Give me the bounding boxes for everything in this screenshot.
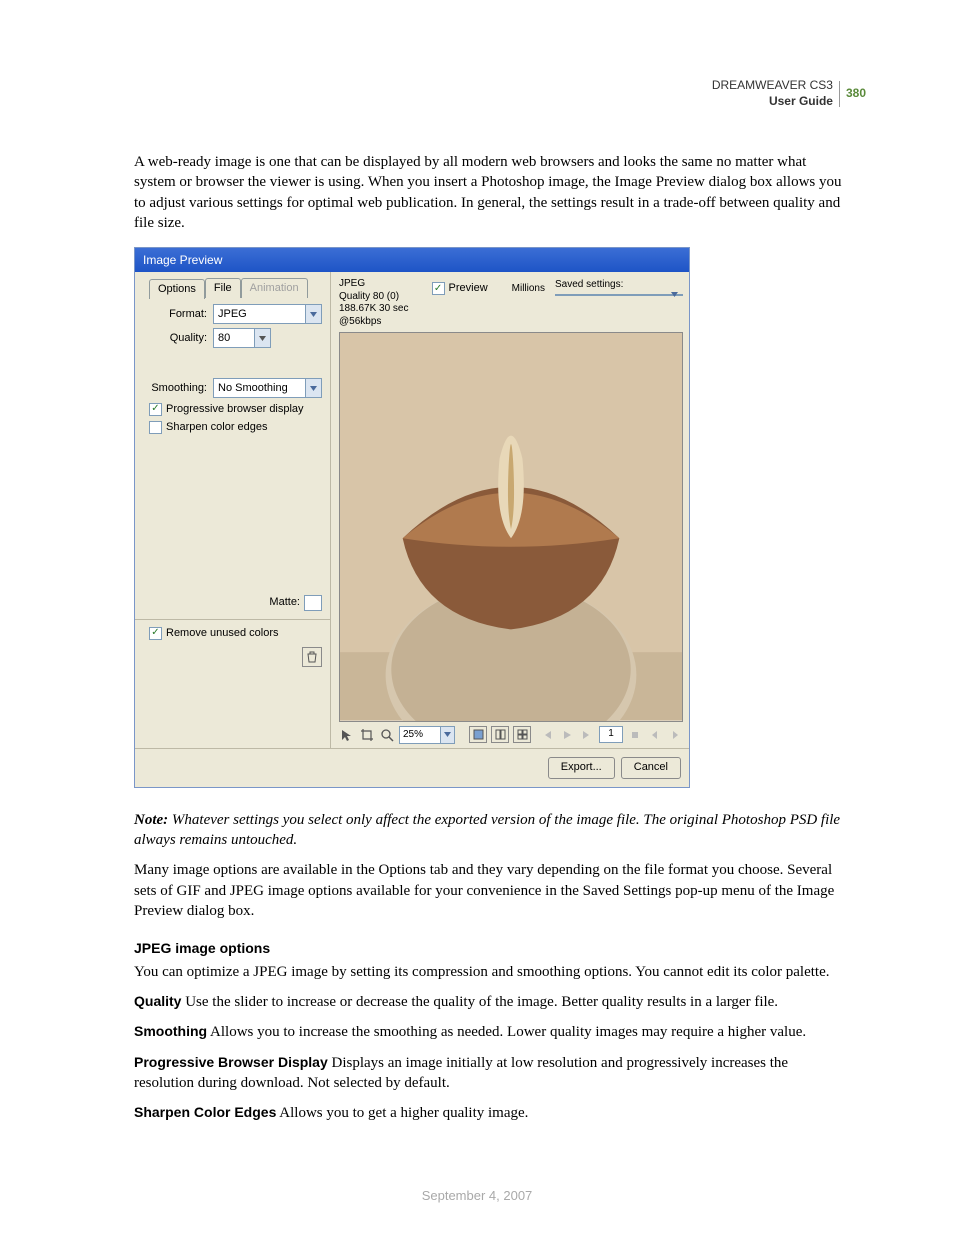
pointer-icon[interactable]	[339, 727, 355, 743]
smoothing-label: Smoothing:	[149, 381, 207, 396]
body-paragraph-2: Many image options are available in the …	[134, 860, 846, 921]
intro-paragraph: A web-ready image is one that can be dis…	[134, 152, 846, 233]
quality-select[interactable]: 80	[213, 328, 271, 348]
view-4up-icon[interactable]	[513, 726, 531, 743]
smoothing-select[interactable]: No Smoothing	[213, 378, 322, 398]
section-lead: You can optimize a JPEG image by setting…	[134, 962, 846, 982]
view-1up-icon[interactable]	[469, 726, 487, 743]
guide-name: User Guide	[712, 94, 833, 110]
prev-icon[interactable]	[647, 727, 663, 743]
quality-label: Quality:	[149, 331, 207, 346]
product-name: DREAMWEAVER CS3	[712, 78, 833, 94]
preview-checkbox[interactable]: Preview	[432, 281, 488, 296]
tab-animation: Animation	[241, 278, 308, 298]
crop-icon[interactable]	[359, 727, 375, 743]
image-preview-area	[339, 332, 683, 722]
cancel-button[interactable]: Cancel	[621, 757, 681, 779]
tab-file[interactable]: File	[205, 278, 241, 298]
footer-date: September 4, 2007	[0, 1187, 954, 1205]
chevron-down-icon	[305, 305, 321, 323]
remove-colors-checkbox[interactable]: Remove unused colors	[149, 626, 322, 641]
image-preview-figure: Image Preview Options File Animation For…	[134, 247, 846, 788]
colors-info: Millions	[512, 282, 545, 296]
chevron-down-icon	[440, 727, 454, 743]
progressive-checkbox[interactable]: Progressive browser display	[149, 402, 322, 417]
page-number: 380	[846, 86, 866, 102]
view-2up-icon[interactable]	[491, 726, 509, 743]
opt-progressive: Progressive Browser Display Displays an …	[134, 1053, 846, 1094]
saved-settings-label: Saved settings:	[555, 278, 683, 292]
dialog-title: Image Preview	[135, 248, 689, 272]
matte-label: Matte:	[269, 595, 300, 610]
sharpen-checkbox[interactable]: Sharpen color edges	[149, 420, 322, 435]
section-heading: JPEG image options	[134, 939, 846, 958]
saved-settings-select[interactable]	[555, 294, 683, 296]
chevron-down-icon	[305, 379, 321, 397]
opt-sharpen: Sharpen Color Edges Allows you to get a …	[134, 1103, 846, 1123]
next-icon[interactable]	[667, 727, 683, 743]
trash-icon[interactable]	[302, 647, 322, 667]
opt-quality: Quality Use the slider to increase or de…	[134, 992, 846, 1012]
last-frame-icon[interactable]	[579, 727, 595, 743]
page-header: DREAMWEAVER CS3 User Guide 380	[712, 78, 866, 109]
dialog-tabs: Options File Animation	[149, 278, 322, 298]
zoom-icon[interactable]	[379, 727, 395, 743]
zoom-select[interactable]: 25%	[399, 726, 455, 744]
format-select[interactable]: JPEG	[213, 304, 322, 324]
note-paragraph: Note: Whatever settings you select only …	[134, 810, 846, 851]
stop-icon[interactable]	[627, 727, 643, 743]
opt-smoothing: Smoothing Allows you to increase the smo…	[134, 1022, 846, 1042]
export-button[interactable]: Export...	[548, 757, 615, 779]
chevron-down-icon	[254, 329, 270, 347]
play-icon[interactable]	[559, 727, 575, 743]
frame-number[interactable]: 1	[599, 726, 623, 743]
first-frame-icon[interactable]	[539, 727, 555, 743]
preview-info: JPEG Quality 80 (0) 188.67K 30 sec @56kb…	[339, 278, 422, 328]
matte-swatch[interactable]	[304, 595, 322, 611]
format-label: Format:	[149, 307, 207, 322]
tab-options[interactable]: Options	[149, 279, 205, 299]
